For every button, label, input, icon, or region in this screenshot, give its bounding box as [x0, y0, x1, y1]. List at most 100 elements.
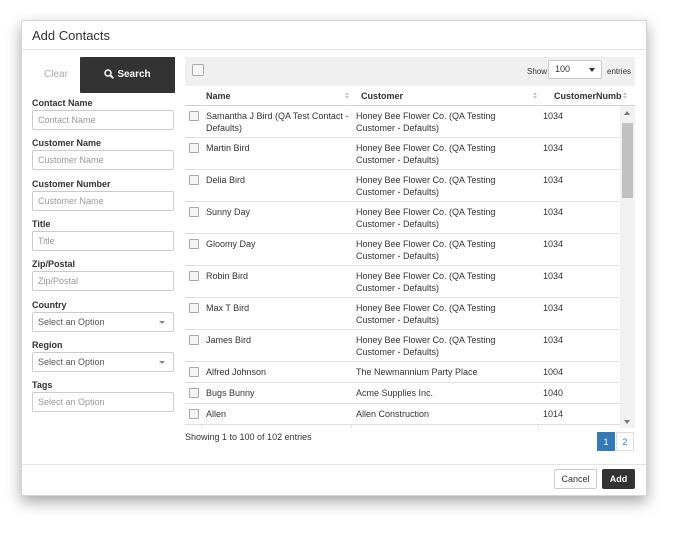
contact-name-label: Contact Name — [32, 98, 93, 108]
show-label: Show — [527, 67, 548, 76]
table-row[interactable]: Alfred Johnson The Newmannium Party Place… — [185, 362, 620, 383]
clear-button[interactable]: Clear — [32, 57, 80, 93]
table-row[interactable]: Sunny Day Honey Bee Flower Co. (QA Testin… — [185, 202, 620, 234]
row-checkbox[interactable] — [189, 207, 199, 217]
sort-icon — [533, 92, 537, 100]
zip-postal-label: Zip/Postal — [32, 259, 76, 269]
cell-customer-number: 1004 — [543, 367, 564, 377]
row-checkbox[interactable] — [189, 388, 199, 398]
row-checkbox[interactable] — [189, 409, 199, 419]
table-body: Samantha J Bird (QA Test Contact - Defau… — [185, 106, 620, 425]
table-row[interactable]: Max T Bird Honey Bee Flower Co. (QA Testi… — [185, 298, 620, 330]
cell-name: Allen — [206, 409, 227, 419]
row-checkbox[interactable] — [189, 111, 199, 121]
cell-customer-number: 1034 — [543, 335, 564, 345]
contact-name-input[interactable]: Contact Name — [32, 110, 174, 130]
column-header-name[interactable]: Name — [206, 87, 346, 105]
cell-customer: Honey Bee Flower Co. (QA Testing Custome… — [356, 239, 496, 261]
cell-customer: The Newmannium Party Place — [356, 367, 478, 377]
region-label: Region — [32, 340, 63, 350]
scroll-up-arrow-icon[interactable] — [624, 111, 630, 115]
table-info: Showing 1 to 100 of 102 entries — [185, 432, 312, 442]
cell-name: Alfred Johnson — [206, 367, 267, 377]
customer-name-input[interactable]: Customer Name — [32, 150, 174, 170]
customer-name-label: Customer Name — [32, 138, 102, 148]
cell-customer-number: 1034 — [543, 207, 564, 217]
title-divider — [22, 49, 646, 50]
column-header-customer-label: Customer — [361, 91, 404, 101]
row-checkbox[interactable] — [189, 303, 199, 313]
entries-label: entries — [607, 67, 632, 76]
contacts-table: Name Customer CustomerNumbe Samantha J B… — [185, 87, 635, 428]
cell-name: Bugs Bunny — [206, 388, 255, 398]
cell-name: Robin Bird — [206, 271, 249, 281]
cell-customer: Honey Bee Flower Co. (QA Testing Custome… — [356, 207, 496, 229]
cell-customer-number: 1034 — [543, 143, 564, 153]
table-row[interactable]: Delia Bird Honey Bee Flower Co. (QA Testi… — [185, 170, 620, 202]
cell-name: Max T Bird — [206, 303, 250, 313]
scrollbar-thumb[interactable] — [622, 123, 633, 198]
zip-postal-input[interactable]: Zip/Postal — [32, 271, 174, 291]
title-label: Title — [32, 219, 51, 229]
cell-name: Martin Bird — [206, 143, 250, 153]
search-button[interactable]: Search — [80, 57, 175, 93]
table-row[interactable]: Robin Bird Honey Bee Flower Co. (QA Testi… — [185, 266, 620, 298]
cancel-button[interactable]: Cancel — [554, 469, 597, 489]
add-button[interactable]: Add — [602, 469, 635, 489]
cell-customer-number: 1034 — [543, 175, 564, 185]
cell-customer: Honey Bee Flower Co. (QA Testing Custome… — [356, 111, 496, 133]
country-select-value: Select an Option — [38, 317, 105, 327]
chevron-down-icon — [159, 321, 165, 324]
column-header-customer-number[interactable]: CustomerNumbe — [554, 87, 622, 105]
row-checkbox[interactable] — [189, 175, 199, 185]
table-toolbar: Show 100 entries — [185, 57, 635, 86]
column-header-customer[interactable]: Customer — [361, 87, 536, 105]
tags-input[interactable]: Select an Option — [32, 392, 174, 412]
cell-customer: Allen Construction — [356, 409, 430, 419]
country-select[interactable]: Select an Option — [32, 312, 174, 332]
cell-name: James Bird — [206, 335, 252, 345]
footer-divider — [22, 464, 646, 465]
country-label: Country — [32, 300, 67, 310]
table-row[interactable]: Bugs Bunny Acme Supplies Inc. 1040 — [185, 383, 620, 404]
row-checkbox[interactable] — [189, 239, 199, 249]
cell-customer: Honey Bee Flower Co. (QA Testing Custome… — [356, 335, 496, 357]
table-row[interactable]: Allen Allen Construction 1014 — [185, 404, 620, 425]
row-checkbox[interactable] — [189, 143, 199, 153]
table-row[interactable]: Gloomy Day Honey Bee Flower Co. (QA Testi… — [185, 234, 620, 266]
cell-customer-number: 1034 — [543, 111, 564, 121]
chevron-down-icon — [589, 68, 595, 72]
page-size-value: 100 — [555, 64, 571, 74]
cell-customer-number: 1034 — [543, 239, 564, 249]
customer-number-label: Customer Number — [32, 179, 111, 189]
table-row[interactable]: James Bird Honey Bee Flower Co. (QA Testi… — [185, 330, 620, 362]
page-size-select[interactable]: 100 — [548, 60, 602, 79]
scroll-down-arrow-icon[interactable] — [624, 420, 630, 424]
row-checkbox[interactable] — [189, 367, 199, 377]
cell-customer: Honey Bee Flower Co. (QA Testing Custome… — [356, 175, 496, 197]
dialog-title: Add Contacts — [32, 28, 111, 43]
title-input[interactable]: Title — [32, 231, 174, 251]
page-1-button[interactable]: 1 — [597, 432, 615, 451]
cell-customer-number: 1034 — [543, 303, 564, 313]
select-all-checkbox[interactable] — [192, 64, 204, 76]
table-header: Name Customer CustomerNumbe — [185, 87, 635, 106]
table-row[interactable]: Martin Bird Honey Bee Flower Co. (QA Test… — [185, 138, 620, 170]
sort-icon — [623, 92, 627, 100]
cell-name: Sunny Day — [206, 207, 251, 217]
customer-number-input[interactable]: Customer Name — [32, 191, 174, 211]
column-header-name-label: Name — [206, 91, 231, 101]
region-select-value: Select an Option — [38, 357, 105, 367]
row-checkbox[interactable] — [189, 335, 199, 345]
cell-name: Gloomy Day — [206, 239, 256, 249]
region-select[interactable]: Select an Option — [32, 352, 174, 372]
cell-customer-number: 1040 — [543, 388, 564, 398]
sort-icon — [345, 92, 349, 100]
cell-customer: Honey Bee Flower Co. (QA Testing Custome… — [356, 143, 496, 165]
search-icon — [104, 69, 115, 79]
page-2-button[interactable]: 2 — [616, 432, 634, 451]
table-scrollbar[interactable] — [620, 106, 635, 428]
row-checkbox[interactable] — [189, 271, 199, 281]
cell-customer: Honey Bee Flower Co. (QA Testing Custome… — [356, 271, 496, 293]
table-row[interactable]: Samantha J Bird (QA Test Contact - Defau… — [185, 106, 620, 138]
